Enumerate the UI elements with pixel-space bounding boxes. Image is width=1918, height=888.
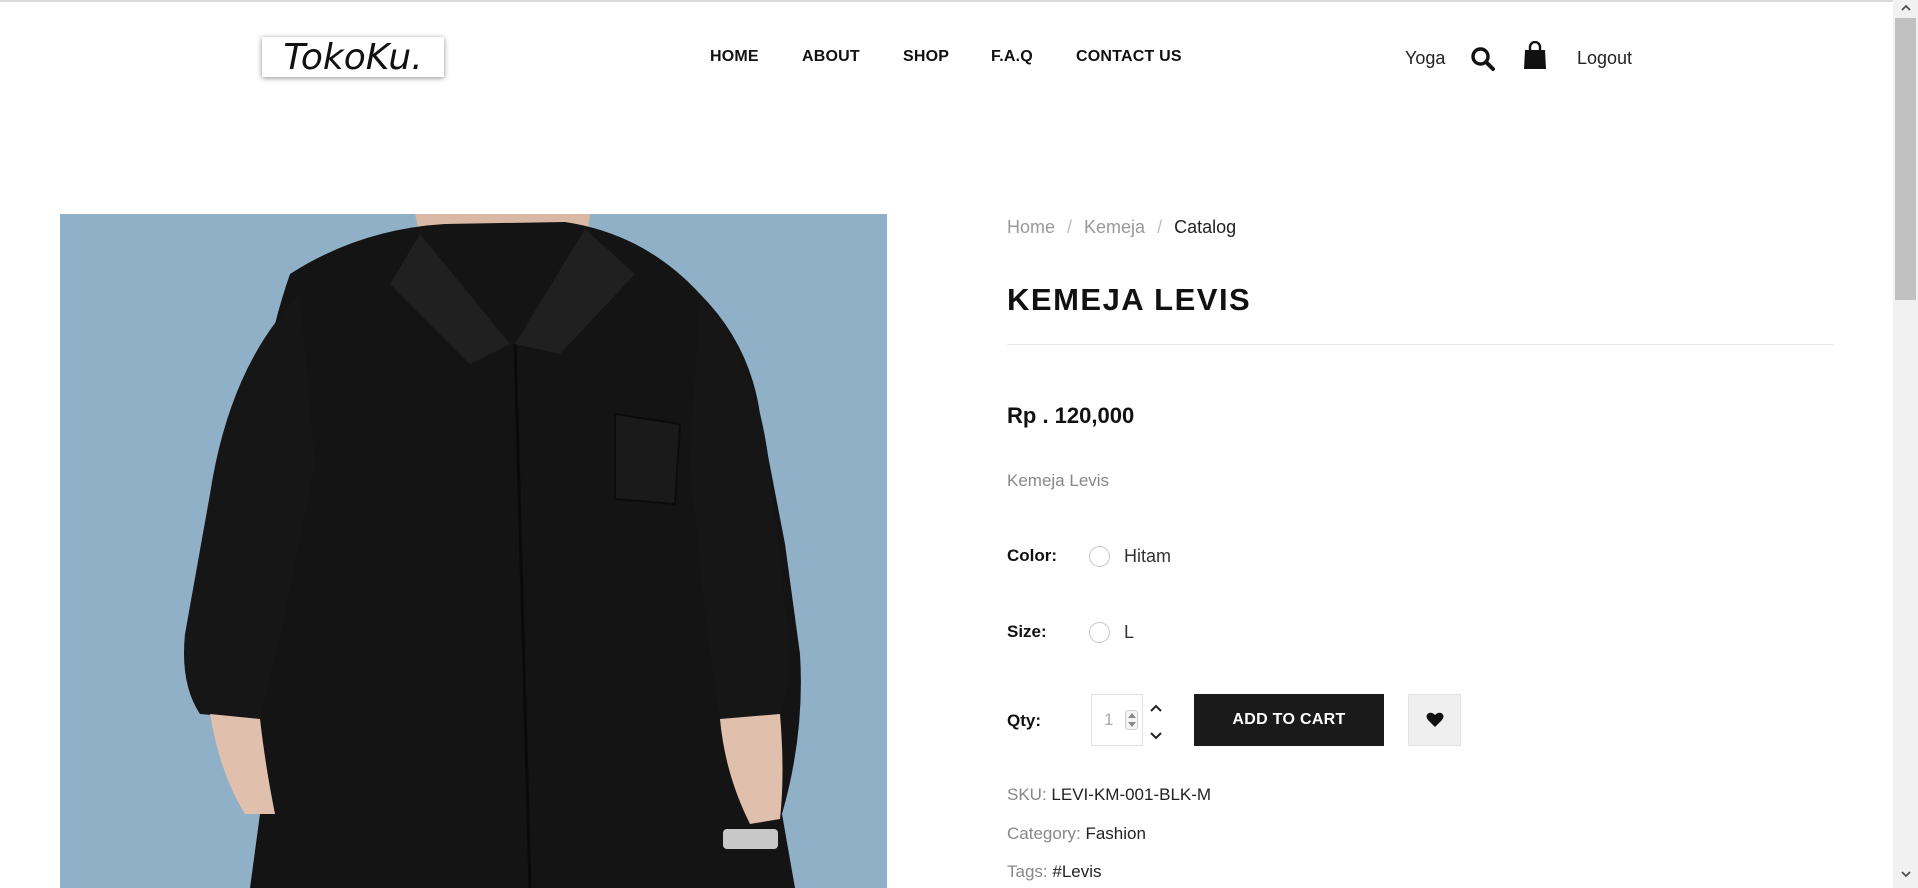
sku-label: SKU: bbox=[1007, 785, 1047, 804]
search-icon[interactable] bbox=[1470, 46, 1496, 72]
user-name[interactable]: Yoga bbox=[1405, 48, 1445, 69]
breadcrumb-separator: / bbox=[1157, 217, 1163, 237]
nav-about[interactable]: ABOUT bbox=[802, 48, 860, 66]
sku-row: SKU: LEVI-KM-001-BLK-M bbox=[1007, 785, 1211, 805]
qty-decrement-icon[interactable] bbox=[1145, 724, 1167, 746]
quantity-value[interactable]: 1 bbox=[1104, 710, 1113, 730]
top-border bbox=[0, 0, 1918, 2]
color-option-label[interactable]: Hitam bbox=[1124, 546, 1171, 567]
nav-shop[interactable]: SHOP bbox=[903, 48, 949, 66]
logout-link[interactable]: Logout bbox=[1577, 48, 1632, 69]
tag-link[interactable]: #Levis bbox=[1052, 862, 1101, 881]
size-label: Size: bbox=[1007, 622, 1047, 641]
color-radio-hitam[interactable] bbox=[1089, 546, 1110, 567]
product-price: Rp . 120,000 bbox=[1007, 403, 1135, 428]
quantity-spinner[interactable] bbox=[1125, 710, 1138, 730]
category-row: Category: Fashion bbox=[1007, 824, 1146, 844]
logo[interactable]: TokoKu. bbox=[262, 37, 444, 78]
divider bbox=[1007, 344, 1834, 345]
heart-icon bbox=[1426, 712, 1444, 727]
category-label: Category: bbox=[1007, 824, 1081, 843]
sku-value: LEVI-KM-001-BLK-M bbox=[1051, 785, 1212, 804]
breadcrumb-kemeja[interactable]: Kemeja bbox=[1084, 217, 1145, 237]
size-radio-l[interactable] bbox=[1089, 622, 1110, 643]
nav-faq[interactable]: F.A.Q bbox=[991, 48, 1033, 66]
tags-label: Tags: bbox=[1007, 862, 1048, 881]
scrollbar-thumb[interactable] bbox=[1895, 18, 1916, 300]
product-title: KEMEJA LEVIS bbox=[1007, 282, 1252, 317]
color-label: Color: bbox=[1007, 546, 1058, 565]
category-link[interactable]: Fashion bbox=[1085, 824, 1145, 843]
breadcrumb-home[interactable]: Home bbox=[1007, 217, 1055, 237]
breadcrumb-current: Catalog bbox=[1174, 217, 1237, 237]
product-description: Kemeja Levis bbox=[1007, 471, 1110, 490]
product-image bbox=[60, 214, 887, 888]
tags-row: Tags: #Levis bbox=[1007, 862, 1102, 882]
nav-home[interactable]: HOME bbox=[710, 48, 759, 66]
scroll-up-arrow[interactable] bbox=[1895, 2, 1916, 18]
add-to-cart-button[interactable]: ADD TO CART bbox=[1194, 694, 1384, 746]
shopping-bag-icon[interactable] bbox=[1522, 40, 1548, 71]
breadcrumb-separator: / bbox=[1067, 217, 1073, 237]
breadcrumb: Home / Kemeja / Catalog bbox=[1007, 217, 1236, 238]
qty-increment-icon[interactable] bbox=[1145, 698, 1167, 720]
nav-contact-us[interactable]: CONTACT US bbox=[1076, 48, 1182, 66]
scroll-down-arrow[interactable] bbox=[1895, 868, 1916, 884]
size-option-label[interactable]: L bbox=[1124, 622, 1134, 643]
quantity-input[interactable]: 1 bbox=[1091, 694, 1143, 746]
qty-label: Qty: bbox=[1007, 711, 1041, 730]
wishlist-button[interactable] bbox=[1408, 694, 1461, 746]
